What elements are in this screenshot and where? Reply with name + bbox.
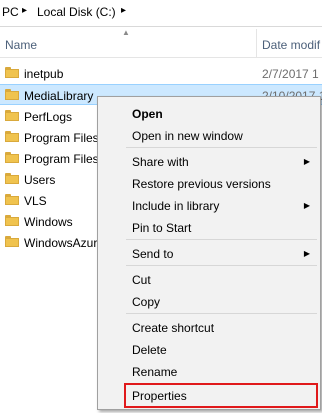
column-date-modified[interactable]: Date modif (262, 38, 320, 52)
menu-item-send-to[interactable]: Send to (132, 247, 173, 261)
file-name: Program Files (24, 152, 99, 166)
sort-ascending-icon: ▲ (122, 28, 130, 37)
folder-icon (5, 236, 19, 247)
column-name[interactable]: Name (5, 38, 37, 52)
file-name: PerfLogs (24, 110, 73, 124)
folder-icon (5, 215, 19, 226)
folder-icon (5, 194, 19, 205)
menu-separator (126, 313, 317, 314)
breadcrumb-pc[interactable]: PC (2, 5, 19, 19)
file-name: Program Files (24, 131, 99, 145)
menu-item-include-in-library[interactable]: Include in library (132, 199, 219, 213)
menu-item-open-new-window[interactable]: Open in new window (132, 129, 243, 143)
submenu-arrow-icon: ▶ (303, 249, 310, 258)
menu-item-open[interactable]: Open (132, 107, 163, 121)
folder-icon (5, 67, 19, 78)
folder-icon (5, 131, 19, 142)
file-name: WindowsAzur (24, 236, 98, 250)
folder-icon (5, 173, 19, 184)
column-header: ▲ Name Date modif (0, 27, 322, 58)
menu-item-create-shortcut[interactable]: Create shortcut (132, 321, 214, 335)
menu-item-restore-versions[interactable]: Restore previous versions (132, 177, 271, 191)
submenu-arrow-icon: ▶ (303, 157, 310, 166)
breadcrumb-local-disk[interactable]: Local Disk (C:) (37, 5, 116, 19)
file-date: 2/7/2017 1 (262, 67, 319, 81)
context-menu: Open Open in new window Share with ▶ Res… (97, 96, 321, 410)
menu-separator (126, 265, 317, 266)
folder-icon (5, 110, 19, 121)
folder-icon (5, 89, 19, 100)
menu-item-delete[interactable]: Delete (132, 343, 167, 357)
menu-item-copy[interactable]: Copy (132, 295, 160, 309)
file-name: Windows (24, 215, 73, 229)
folder-icon (5, 152, 19, 163)
file-name: VLS (24, 194, 47, 208)
submenu-arrow-icon: ▶ (303, 201, 310, 210)
menu-item-cut[interactable]: Cut (132, 273, 151, 287)
file-row[interactable]: inetpub 2/7/2017 1 (0, 63, 322, 84)
file-name: inetpub (24, 67, 64, 81)
menu-item-properties[interactable]: Properties (132, 389, 187, 403)
address-bar[interactable]: PC ▸ Local Disk (C:) ▸ (0, 0, 322, 27)
menu-separator (126, 239, 317, 240)
breadcrumb-chevron-icon[interactable]: ▸ (22, 5, 27, 16)
menu-separator (126, 147, 317, 148)
menu-item-pin-to-start[interactable]: Pin to Start (132, 221, 191, 235)
column-divider[interactable] (256, 29, 257, 57)
menu-item-rename[interactable]: Rename (132, 365, 177, 379)
breadcrumb-chevron-icon[interactable]: ▸ (121, 5, 126, 16)
file-name: MediaLibrary (24, 89, 94, 103)
menu-item-share-with[interactable]: Share with (132, 155, 189, 169)
file-name: Users (24, 173, 56, 187)
